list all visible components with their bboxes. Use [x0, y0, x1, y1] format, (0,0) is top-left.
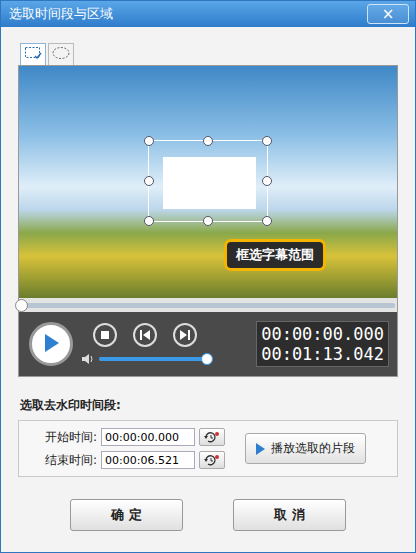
volume-fill: [99, 357, 207, 361]
volume-knob[interactable]: [201, 353, 213, 365]
play-selection-label: 播放选取的片段: [271, 440, 355, 457]
title-bar: 选取时间段与区域 ×: [1, 1, 415, 27]
dialog-content: 框选字幕范围 00:00:00.00000:01:13.042 选取去水印时间段: 开…: [1, 27, 415, 552]
play-selection-button[interactable]: 播放选取的片段: [245, 433, 366, 464]
speaker-icon: [81, 353, 95, 365]
close-button[interactable]: ×: [367, 4, 409, 24]
range-label: 选取去水印时间段:: [20, 397, 398, 414]
current-time: 00:00:00.000: [261, 324, 384, 344]
time-display: 00:00:00.00000:01:13.042: [256, 321, 389, 367]
ok-button[interactable]: 确 定: [70, 499, 183, 531]
resize-handle[interactable]: [144, 136, 154, 146]
resize-handle[interactable]: [203, 136, 213, 146]
clock-icon: [203, 454, 221, 467]
dialog-buttons: 确 定取 消: [18, 499, 398, 531]
stop-button[interactable]: [93, 323, 117, 347]
window-title: 选取时间段与区域: [9, 5, 113, 23]
rectangle-select-icon: [24, 46, 42, 63]
play-button[interactable]: [29, 322, 73, 366]
end-time-set-button[interactable]: [199, 451, 225, 469]
playback-controls: 00:00:00.00000:01:13.042: [19, 312, 397, 376]
selection-box[interactable]: [148, 140, 268, 222]
total-time: 00:01:13.042: [261, 344, 384, 364]
play-icon: [256, 443, 265, 455]
start-time-field[interactable]: [101, 428, 195, 446]
control-group: [81, 323, 248, 365]
rectangle-tool[interactable]: [20, 43, 46, 65]
dialog-window: 选取时间段与区域 × 框选字幕范围 00:00:00.00000:01:13.042 选…: [0, 0, 416, 553]
start-time-row: 开始时间:: [45, 428, 225, 446]
video-player: 框选字幕范围 00:00:00.00000:01:13.042: [18, 65, 398, 377]
range-group: 开始时间: 结束时间: 播放选取的片段: [18, 420, 398, 477]
next-frame-button[interactable]: [173, 323, 197, 347]
play-icon: [42, 333, 60, 356]
volume-control: [81, 353, 248, 365]
callout-label: 框选字幕范围: [224, 239, 326, 271]
ellipse-tool[interactable]: [48, 43, 74, 65]
start-time-label: 开始时间:: [45, 429, 97, 446]
seek-knob[interactable]: [15, 299, 28, 312]
resize-handle[interactable]: [144, 216, 154, 226]
end-time-row: 结束时间:: [45, 451, 225, 469]
stop-icon: [99, 329, 111, 341]
resize-handle[interactable]: [144, 176, 154, 186]
next-icon: [179, 329, 191, 341]
resize-handle[interactable]: [262, 136, 272, 146]
range-rows: 开始时间: 结束时间:: [45, 428, 225, 469]
seek-track[interactable]: [21, 303, 395, 308]
ellipse-select-icon: [52, 46, 70, 63]
resize-handle[interactable]: [262, 176, 272, 186]
transport-buttons: [81, 323, 248, 347]
seek-bar: [19, 298, 397, 312]
end-time-field[interactable]: [101, 451, 195, 469]
start-time-set-button[interactable]: [199, 428, 225, 446]
tool-tabs: [18, 41, 398, 65]
video-frame[interactable]: 框选字幕范围: [19, 66, 397, 298]
prev-frame-button[interactable]: [133, 323, 157, 347]
resize-handle[interactable]: [203, 216, 213, 226]
resize-handle[interactable]: [262, 216, 272, 226]
selection-fill: [163, 157, 256, 209]
end-time-label: 结束时间:: [45, 452, 97, 469]
clock-icon: [203, 431, 221, 444]
cancel-button[interactable]: 取 消: [233, 499, 346, 531]
volume-track[interactable]: [99, 357, 207, 361]
prev-icon: [139, 329, 151, 341]
